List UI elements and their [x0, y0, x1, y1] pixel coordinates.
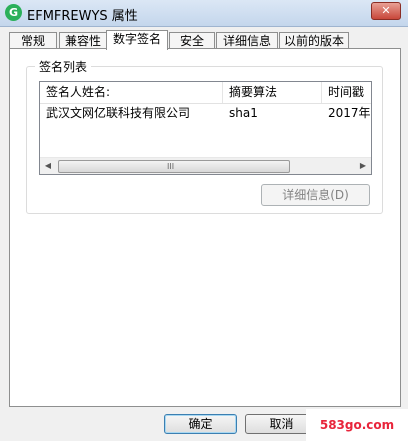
- tab-panel: 签名列表 签名人姓名: 摘要算法 时间戳 武汉文网亿联科技有限公司 sha1 2…: [9, 48, 401, 407]
- horizontal-scrollbar[interactable]: ◀ III ▶: [40, 157, 371, 174]
- tab-details[interactable]: 详细信息: [216, 32, 278, 49]
- table-row[interactable]: 武汉文网亿联科技有限公司 sha1 2017年2: [40, 104, 371, 122]
- scroll-right-icon[interactable]: ▶: [355, 158, 371, 174]
- grip-icon: III: [167, 162, 175, 171]
- column-header-name[interactable]: 签名人姓名:: [40, 82, 222, 103]
- title-bar: G EFMFREWYS 属性 ✕: [0, 0, 408, 27]
- app-icon: G: [5, 4, 22, 21]
- ok-button[interactable]: 确定: [164, 414, 237, 434]
- close-button[interactable]: ✕: [371, 2, 401, 20]
- tab-compatibility[interactable]: 兼容性: [59, 32, 107, 49]
- column-header-algorithm[interactable]: 摘要算法: [223, 82, 321, 103]
- list-header: 签名人姓名: 摘要算法 时间戳: [40, 82, 371, 104]
- group-label: 签名列表: [35, 58, 92, 75]
- window-title: EFMFREWYS 属性: [27, 9, 138, 24]
- tab-general[interactable]: 常规: [9, 32, 57, 49]
- timestamp-cell: 2017年2: [328, 106, 371, 120]
- digest-algorithm-cell: sha1: [229, 106, 258, 120]
- scrollbar-thumb[interactable]: III: [58, 160, 290, 173]
- signer-name-cell: 武汉文网亿联科技有限公司: [46, 106, 191, 120]
- scroll-left-icon[interactable]: ◀: [40, 158, 56, 174]
- signature-list-group: 签名列表 签名人姓名: 摘要算法 时间戳 武汉文网亿联科技有限公司 sha1 2…: [26, 58, 383, 214]
- tab-digital-signatures[interactable]: 数字签名: [106, 30, 168, 50]
- watermark: 583go.com: [306, 409, 408, 441]
- signature-list[interactable]: 签名人姓名: 摘要算法 时间戳 武汉文网亿联科技有限公司 sha1 2017年2…: [39, 81, 372, 175]
- tab-previous-versions[interactable]: 以前的版本: [279, 32, 349, 49]
- column-header-timestamp[interactable]: 时间戳: [322, 82, 371, 103]
- tab-security[interactable]: 安全: [169, 32, 215, 49]
- details-button[interactable]: 详细信息(D): [261, 184, 370, 206]
